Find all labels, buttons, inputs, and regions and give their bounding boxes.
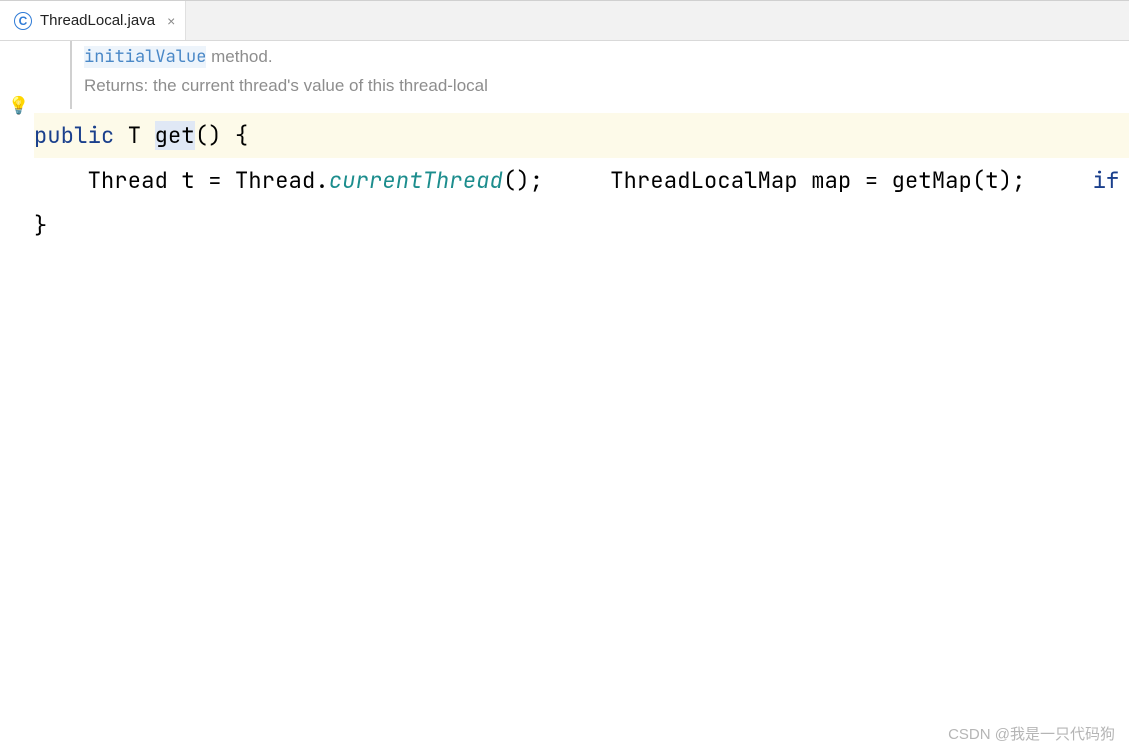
- javadoc-rendered: initialValue method. Returns: the curren…: [70, 41, 1129, 109]
- editor-tab-bar: C ThreadLocal.java ×: [0, 1, 1129, 41]
- code-line[interactable]: Thread t = Thread.currentThread();: [34, 166, 543, 195]
- intention-bulb-icon[interactable]: 💡: [8, 96, 29, 116]
- code-line[interactable]: ThreadLocalMap map = getMap(t);: [557, 166, 1026, 195]
- editor-gutter: 💡: [0, 41, 34, 754]
- file-tab-threadlocal[interactable]: C ThreadLocal.java ×: [0, 1, 186, 40]
- code-line[interactable]: }: [34, 211, 47, 240]
- code-line-signature[interactable]: public T get() {: [34, 113, 1129, 158]
- tab-filename: ThreadLocal.java: [40, 12, 155, 29]
- editor-content[interactable]: initialValue method. Returns: the curren…: [34, 41, 1129, 754]
- code-block[interactable]: public T get() { Thread t = Thread.curre…: [34, 109, 1129, 248]
- watermark-text: CSDN @我是一只代码狗: [948, 723, 1115, 744]
- javadoc-returns: Returns: the current thread's value of t…: [84, 72, 1129, 101]
- close-icon[interactable]: ×: [167, 13, 175, 29]
- java-class-icon: C: [14, 12, 32, 30]
- javadoc-line-1: initialValue method.: [84, 43, 1129, 72]
- javadoc-text: method.: [206, 47, 272, 66]
- editor-area: 💡 initialValue method. Returns: the curr…: [0, 41, 1129, 754]
- javadoc-link-initialvalue[interactable]: initialValue: [84, 46, 206, 68]
- code-line[interactable]: if (map != null) {: [1039, 166, 1129, 195]
